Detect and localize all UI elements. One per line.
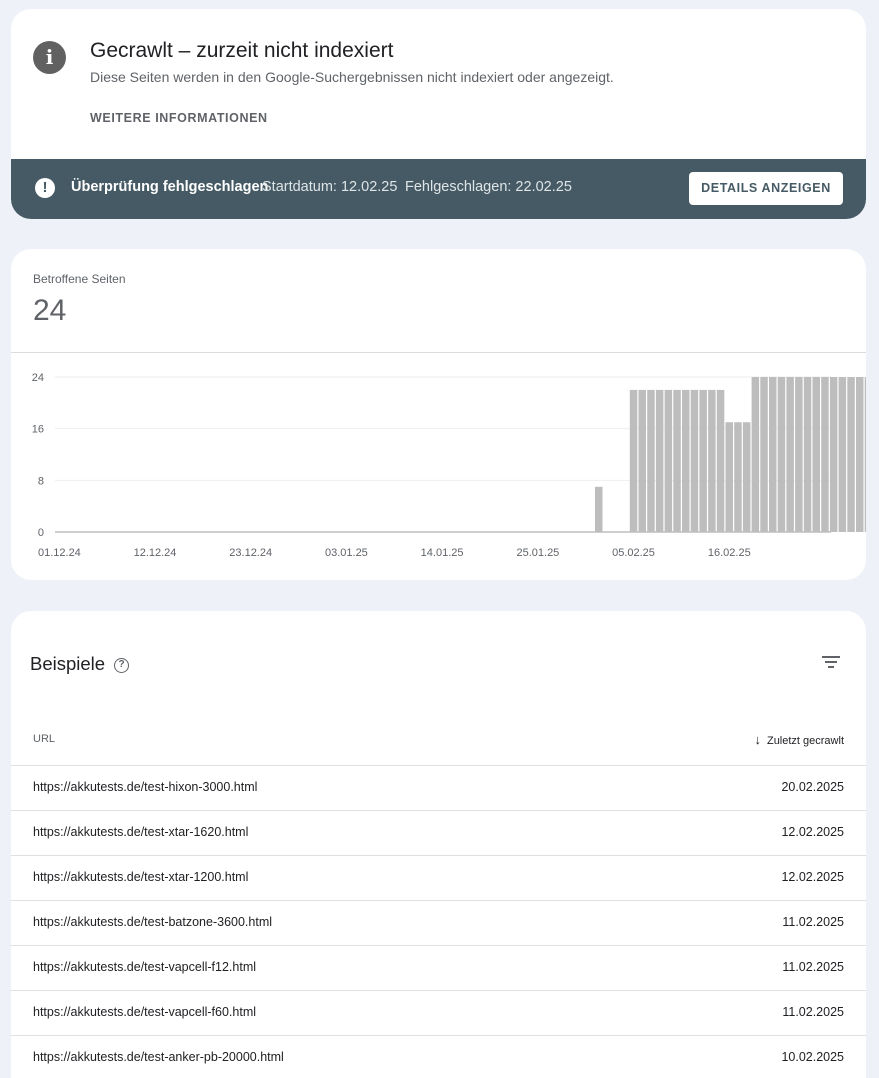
chart-bar[interactable] — [795, 377, 803, 532]
x-tick-label: 01.12.24 — [38, 547, 81, 559]
column-header-url: URL — [33, 733, 56, 745]
chart-bar[interactable] — [812, 377, 821, 532]
row-url: https://akkutests.de/test-vapcell-f60.ht… — [33, 1005, 257, 1019]
chart-bar[interactable] — [829, 377, 838, 532]
table-row[interactable]: https://akkutests.de/test-hixon-3000.htm… — [11, 765, 866, 810]
row-date: 20.02.2025 — [781, 780, 844, 794]
y-tick-label: 24 — [32, 372, 44, 384]
validation-status: Überprüfung fehlgeschlagen — [71, 179, 269, 195]
chart-bar[interactable] — [595, 486, 603, 532]
chart-bar[interactable] — [690, 389, 699, 532]
row-url: https://akkutests.de/test-batzone-3600.h… — [33, 915, 273, 929]
row-url: https://akkutests.de/test-anker-pb-20000… — [33, 1050, 284, 1064]
filter-icon[interactable] — [822, 655, 842, 671]
chart-bar[interactable] — [734, 422, 742, 532]
row-date: 11.02.2025 — [782, 915, 844, 929]
affected-pages-card: Betroffene Seiten 24 0 8 16 24 01.12.24 12.12… — [11, 249, 866, 580]
y-tick-label: 0 — [38, 527, 44, 539]
more-info-link[interactable]: WEITERE INFORMATIONEN — [90, 111, 268, 125]
alert-icon: ! — [35, 178, 55, 198]
chart-bar[interactable] — [664, 389, 673, 532]
chart-bar[interactable] — [638, 389, 647, 532]
info-icon: i — [33, 41, 66, 74]
row-url: https://akkutests.de/test-hixon-3000.htm… — [33, 780, 258, 794]
table-row[interactable]: https://akkutests.de/test-batzone-3600.h… — [11, 900, 866, 945]
y-tick-label: 8 — [38, 475, 44, 487]
row-date: 10.02.2025 — [781, 1050, 844, 1064]
issue-title: Gecrawlt – zurzeit nicht indexiert — [90, 39, 394, 62]
column-header-last-crawled[interactable]: ↓ Zuletzt gecrawlt — [754, 732, 844, 747]
chart-bar[interactable] — [682, 389, 690, 532]
table-row[interactable]: https://akkutests.de/test-anker-pb-20000… — [11, 1035, 866, 1078]
affected-pages-label: Betroffene Seiten — [33, 272, 126, 286]
validation-start-date: Startdatum: 12.02.25 — [262, 179, 398, 195]
x-tick-label: 16.02.25 — [708, 547, 751, 559]
chart-bar[interactable] — [742, 422, 751, 532]
y-tick-label: 16 — [32, 424, 44, 436]
x-tick-label: 12.12.24 — [134, 547, 177, 559]
chart-bar[interactable] — [838, 377, 847, 532]
chart-bar[interactable] — [647, 389, 655, 532]
row-date: 11.02.2025 — [782, 1005, 844, 1019]
chart-bar[interactable] — [751, 377, 760, 532]
table-row[interactable]: https://akkutests.de/test-vapcell-f60.ht… — [11, 990, 866, 1035]
x-tick-label: 03.01.25 — [325, 547, 368, 559]
row-date: 11.02.2025 — [782, 960, 844, 974]
examples-card: Beispiele ? URL ↓ Zuletzt gecrawlt https:… — [11, 611, 866, 1078]
x-tick-label: 14.01.25 — [421, 547, 464, 559]
details-button[interactable]: DETAILS ANZEIGEN — [689, 172, 843, 205]
chart-bar[interactable] — [725, 422, 734, 532]
issue-card: i Gecrawlt – zurzeit nicht indexiert Die… — [11, 9, 866, 219]
chart-bar[interactable] — [708, 389, 716, 532]
x-tick-label: 23.12.24 — [229, 547, 272, 559]
row-url: https://akkutests.de/test-vapcell-f12.ht… — [33, 960, 257, 974]
chart-bar[interactable] — [716, 389, 725, 532]
chart-bar[interactable] — [803, 377, 812, 532]
chart-bar[interactable] — [856, 377, 864, 532]
examples-title: Beispiele — [30, 653, 106, 674]
x-tick-label: 25.01.25 — [516, 547, 559, 559]
chart-bar[interactable] — [629, 389, 638, 532]
affected-pages-value: 24 — [33, 294, 67, 327]
table-row[interactable]: https://akkutests.de/test-xtar-1200.html… — [11, 855, 866, 900]
chart-bar[interactable] — [864, 377, 866, 532]
column-header-last-crawled-label: Zuletzt gecrawlt — [766, 735, 844, 747]
table-row[interactable]: https://akkutests.de/test-vapcell-f12.ht… — [11, 945, 866, 990]
affected-pages-chart: 0 8 16 24 01.12.24 12.12.24 23.12.24 03.01.25 14… — [32, 372, 866, 559]
chart-bar[interactable] — [673, 389, 681, 532]
chart-bar[interactable] — [655, 389, 664, 532]
help-icon[interactable]: ? — [114, 658, 129, 673]
row-date: 12.02.2025 — [781, 825, 844, 839]
chart-bar[interactable] — [777, 377, 786, 532]
chart-bar[interactable] — [821, 377, 829, 532]
chart-bar[interactable] — [760, 377, 768, 532]
chart-bar[interactable] — [786, 377, 794, 532]
chart-bar[interactable] — [769, 377, 777, 532]
arrow-down-icon: ↓ — [754, 732, 761, 747]
table-row[interactable]: https://akkutests.de/test-xtar-1620.html… — [11, 810, 866, 855]
row-url: https://akkutests.de/test-xtar-1620.html — [33, 825, 249, 839]
issue-description: Diese Seiten werden in den Google-Sucher… — [90, 69, 614, 85]
row-url: https://akkutests.de/test-xtar-1200.html — [33, 870, 249, 884]
chart-bar[interactable] — [699, 389, 707, 532]
x-tick-label: 05.02.25 — [612, 547, 655, 559]
chart-bar[interactable] — [847, 377, 855, 532]
validation-status-bar: ! Überprüfung fehlgeschlagen Startdatum:… — [11, 159, 866, 219]
validation-failed-date: Fehlgeschlagen: 22.02.25 — [405, 179, 572, 195]
row-date: 12.02.2025 — [781, 870, 844, 884]
